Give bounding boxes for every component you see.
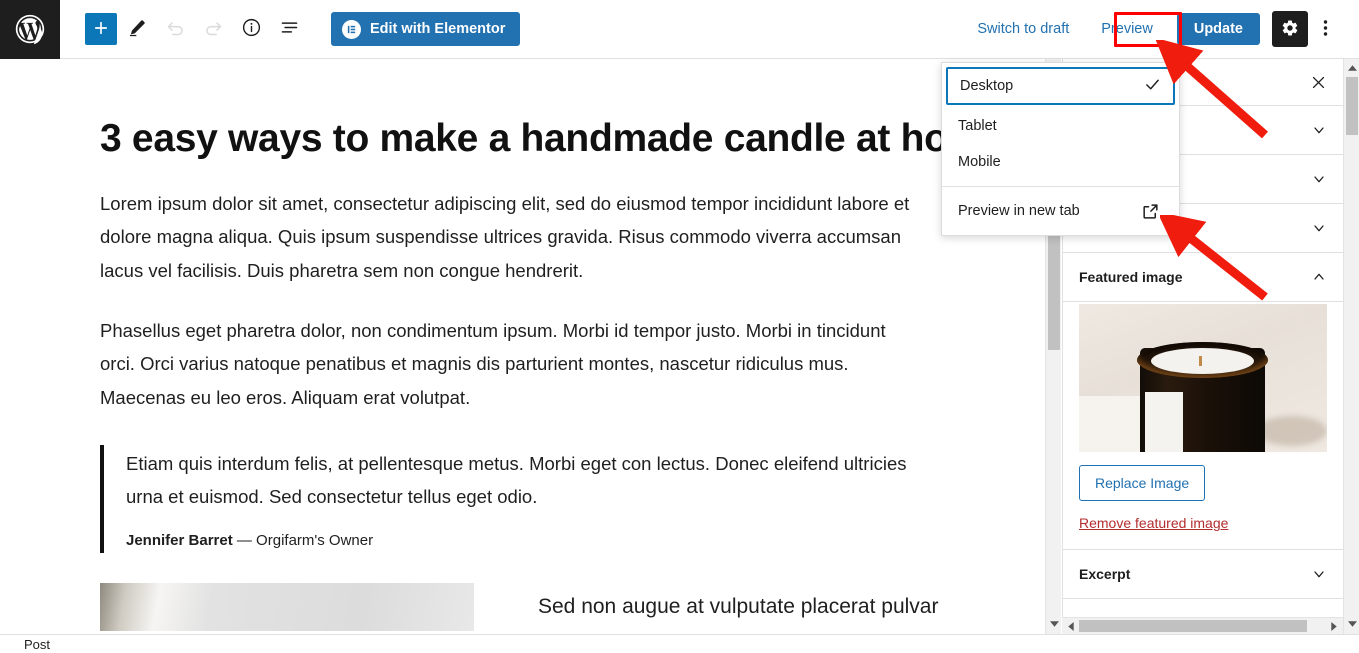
excerpt-panel-header[interactable]: Excerpt: [1063, 550, 1343, 599]
toolbar-left-group: Edit with Elementor: [60, 11, 521, 47]
chevron-down-icon: [1311, 171, 1327, 187]
list-view-button[interactable]: [271, 11, 307, 47]
preview-option-desktop[interactable]: Desktop: [946, 67, 1175, 105]
scroll-right-arrow-icon[interactable]: [1326, 618, 1342, 634]
switch-to-draft-button[interactable]: Switch to draft: [965, 13, 1081, 45]
update-button[interactable]: Update: [1176, 13, 1260, 45]
close-x-icon[interactable]: [1310, 74, 1327, 91]
remove-featured-image-link[interactable]: Remove featured image: [1079, 515, 1327, 531]
preview-button-wrapper: Preview: [1087, 13, 1167, 45]
gear-icon: [1281, 19, 1299, 40]
checkmark-icon: [1144, 76, 1161, 97]
undo-button[interactable]: [157, 11, 193, 47]
scroll-down-arrow-icon[interactable]: [1344, 616, 1359, 632]
preview-in-new-tab-label: Preview in new tab: [958, 203, 1080, 219]
thumbnail-candle-wax: [1151, 348, 1254, 374]
preview-in-new-tab-item[interactable]: Preview in new tab: [942, 187, 1179, 235]
sidebar-hscrollbar-thumb[interactable]: [1079, 620, 1307, 632]
featured-image-label: Featured image: [1079, 269, 1183, 285]
thumbnail-shadow: [1257, 416, 1327, 446]
plus-icon: [92, 19, 110, 40]
featured-image-thumbnail[interactable]: [1079, 304, 1327, 452]
post-paragraph-2[interactable]: Phasellus eget pharetra dolor, non condi…: [100, 314, 922, 415]
blockquote-citation: Jennifer Barret — Orgifarm's Owner: [126, 532, 920, 549]
post-bottom-row: Sed non augue at vulputate placerat pulv…: [100, 582, 1003, 631]
blockquote-text: Etiam quis interdum felis, at pellentesq…: [126, 452, 907, 508]
sidebar-scrollbar-thumb[interactable]: [1346, 77, 1358, 135]
edit-with-elementor-button[interactable]: Edit with Elementor: [331, 12, 521, 46]
preview-button[interactable]: Preview: [1087, 13, 1167, 45]
tools-pencil-button[interactable]: [119, 11, 155, 47]
preview-option-mobile[interactable]: Mobile: [942, 144, 1179, 180]
redo-arrow-icon: [203, 17, 224, 41]
details-button[interactable]: [233, 11, 269, 47]
scroll-down-arrow-icon[interactable]: [1046, 616, 1062, 632]
scroll-up-arrow-icon[interactable]: [1344, 60, 1359, 76]
settings-button[interactable]: [1272, 11, 1308, 47]
blockquote-author: Jennifer Barret: [126, 531, 233, 549]
chevron-down-icon: [1311, 566, 1327, 582]
options-menu-button[interactable]: [1308, 11, 1342, 47]
thumbnail-jar-label: [1145, 392, 1183, 452]
toolbar-right-group: Switch to draft Preview Update: [965, 11, 1359, 47]
excerpt-label: Excerpt: [1079, 566, 1131, 582]
blockquote-role: — Orgifarm's Owner: [236, 531, 374, 549]
chevron-down-icon: [1311, 122, 1327, 138]
kebab-menu-icon: [1323, 18, 1328, 41]
undo-arrow-icon: [165, 17, 186, 41]
info-circle-icon: [241, 17, 262, 41]
edit-with-elementor-label: Edit with Elementor: [370, 21, 506, 37]
featured-image-panel-header[interactable]: Featured image: [1063, 253, 1343, 302]
featured-image-body: Replace Image Remove featured image: [1063, 304, 1343, 550]
replace-image-button[interactable]: Replace Image: [1079, 465, 1206, 501]
post-inline-image[interactable]: [100, 582, 474, 631]
thumbnail-candle-wick: [1199, 356, 1202, 366]
editor-canvas[interactable]: 3 easy ways to make a handmade candle at…: [60, 59, 1045, 634]
post-content: 3 easy ways to make a handmade candle at…: [60, 59, 1045, 631]
post-title[interactable]: 3 easy ways to make a handmade candle at…: [100, 117, 1004, 161]
wordpress-block-editor: Edit with Elementor Switch to draft Prev…: [0, 0, 1359, 653]
wordpress-logo-button[interactable]: [0, 0, 60, 59]
list-view-icon: [279, 17, 300, 41]
sidebar-vertical-scrollbar[interactable]: [1343, 59, 1359, 634]
scroll-left-arrow-icon[interactable]: [1063, 618, 1079, 634]
post-blockquote[interactable]: Etiam quis interdum felis, at pellentesq…: [100, 444, 920, 553]
preview-option-desktop-label: Desktop: [960, 78, 1014, 94]
editor-status-bar: Post: [0, 634, 1359, 653]
post-paragraph-1[interactable]: Lorem ipsum dolor sit amet, consectetur …: [100, 187, 922, 288]
editor-toolbar: Edit with Elementor Switch to draft Prev…: [0, 0, 1359, 59]
sidebar-horizontal-scrollbar[interactable]: [1062, 617, 1343, 634]
chevron-down-icon: [1311, 220, 1327, 236]
redo-button[interactable]: [195, 11, 231, 47]
thumbnail-floor: [1079, 396, 1141, 452]
preview-option-mobile-label: Mobile: [958, 154, 1001, 170]
elementor-logo-icon: [342, 19, 361, 39]
external-link-icon[interactable]: [1133, 194, 1167, 228]
chevron-up-icon: [1311, 269, 1327, 285]
preview-option-tablet-label: Tablet: [958, 118, 997, 134]
wordpress-logo-icon: [13, 12, 47, 46]
status-bar-post-label[interactable]: Post: [0, 637, 50, 652]
pencil-icon: [127, 18, 147, 41]
preview-option-tablet[interactable]: Tablet: [942, 108, 1179, 144]
post-bottom-heading[interactable]: Sed non augue at vulputate placerat pulv…: [538, 583, 938, 619]
add-block-button[interactable]: [85, 13, 117, 45]
preview-dropdown-menu: Desktop Tablet Mobile Preview in new tab: [941, 62, 1180, 236]
